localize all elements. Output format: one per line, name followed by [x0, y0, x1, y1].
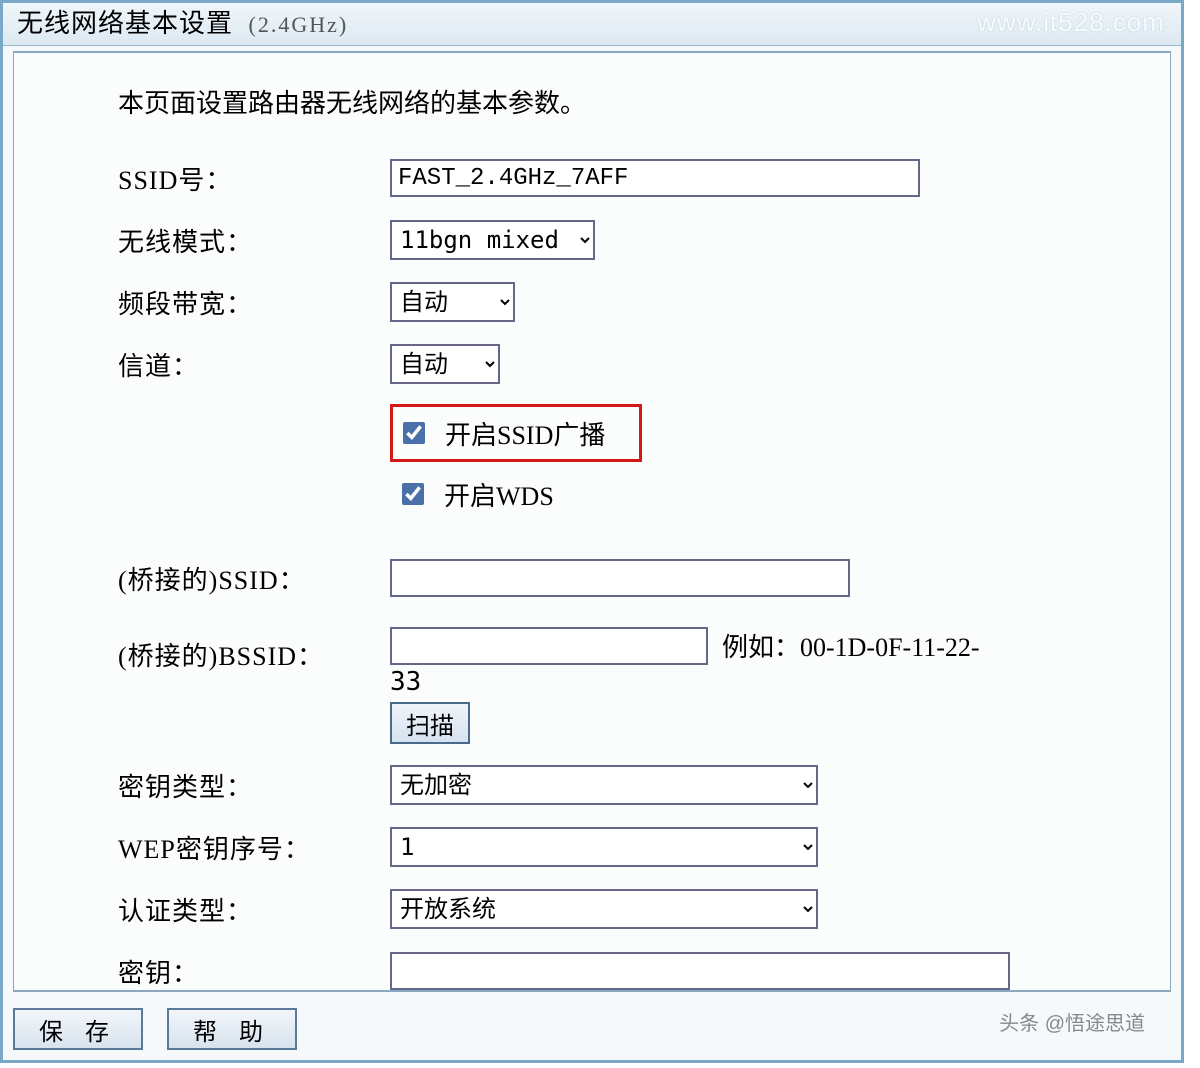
wep-index-select[interactable]: 1 [390, 827, 818, 867]
row-bandwidth: 频段带宽： 自动 [118, 280, 1140, 324]
row-bridge-ssid: (桥接的)SSID： [118, 556, 1140, 600]
mode-select[interactable]: 11bgn mixed [390, 220, 595, 260]
row-auth-type: 认证类型： 开放系统 [118, 887, 1140, 931]
settings-panel: 无线网络基本设置 (2.4GHz) www.it528.com 本页面设置路由器… [0, 0, 1184, 1063]
row-wds: 开启WDS [118, 472, 1140, 516]
key-input [390, 952, 1010, 990]
key-label: 密钥： [118, 953, 390, 990]
bridge-bssid-label: (桥接的)BSSID： [118, 636, 390, 673]
scan-button[interactable]: 扫描 [390, 702, 470, 744]
row-wep-index: WEP密钥序号： 1 [118, 825, 1140, 869]
key-type-select[interactable]: 无加密 [390, 765, 818, 805]
intro-text: 本页面设置路由器无线网络的基本参数。 [118, 83, 1140, 120]
row-ssid: SSID号： [118, 156, 1140, 200]
auth-type-select[interactable]: 开放系统 [390, 889, 818, 929]
wds-checkbox[interactable] [402, 483, 424, 505]
page-title: 无线网络基本设置 [17, 9, 233, 38]
content-area: 本页面设置路由器无线网络的基本参数。 SSID号： 无线模式： 11bgn mi… [13, 51, 1171, 992]
auth-type-label: 认证类型： [118, 891, 390, 928]
row-scan: 扫描 [118, 701, 1140, 745]
row-bridge-bssid: (桥接的)BSSID： 例如：00-1D-0F-11-22- [118, 618, 1140, 673]
bssid-example: 例如：00-1D-0F-11-22- [722, 627, 980, 664]
highlight-box: 开启SSID广播 [390, 404, 642, 462]
row-key: 密钥： [118, 949, 1140, 992]
channel-select[interactable]: 自动 [390, 344, 500, 384]
bridge-bssid-input[interactable] [390, 627, 708, 665]
row-channel: 信道： 自动 [118, 342, 1140, 386]
ssid-broadcast-label: 开启SSID广播 [445, 415, 605, 452]
bandwidth-select[interactable]: 自动 [390, 282, 515, 322]
ssid-label: SSID号： [118, 160, 390, 197]
save-button[interactable]: 保 存 [13, 1008, 143, 1050]
ssid-broadcast-checkbox[interactable] [403, 422, 425, 444]
attribution-text: 头条 @悟途思道 [999, 1007, 1145, 1036]
bridge-ssid-input[interactable] [390, 559, 850, 597]
bandwidth-label: 频段带宽： [118, 284, 390, 321]
row-key-type: 密钥类型： 无加密 [118, 763, 1140, 807]
row-mode: 无线模式： 11bgn mixed [118, 218, 1140, 262]
ssid-input[interactable] [390, 159, 920, 197]
wep-index-label: WEP密钥序号： [118, 829, 390, 866]
band-label: (2.4GHz) [249, 12, 349, 37]
mode-label: 无线模式： [118, 222, 390, 259]
channel-label: 信道： [118, 346, 390, 383]
row-ssid-broadcast: 开启SSID广播 [118, 404, 1140, 462]
bottom-buttons: 保 存 帮 助 [13, 1008, 297, 1050]
wds-label: 开启WDS [444, 476, 554, 513]
help-button[interactable]: 帮 助 [167, 1008, 297, 1050]
bridge-ssid-label: (桥接的)SSID： [118, 560, 390, 597]
bssid-example-wrap: 33 [390, 667, 1140, 697]
key-type-label: 密钥类型： [118, 767, 390, 804]
watermark-text: www.it528.com [977, 7, 1165, 38]
